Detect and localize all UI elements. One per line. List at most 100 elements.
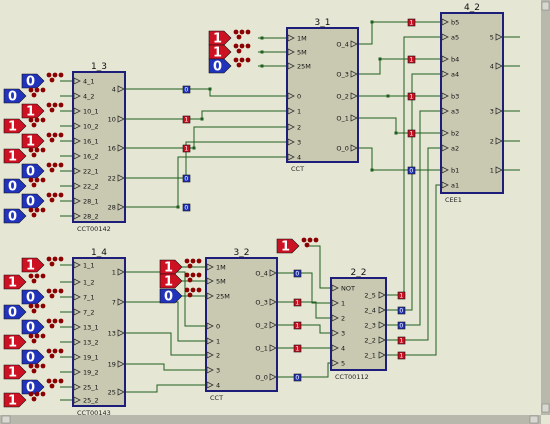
pin-dot: [58, 162, 64, 168]
pin-label: 7: [112, 299, 116, 307]
pin-label: 4: [112, 86, 116, 94]
pin-label: b3: [451, 93, 459, 101]
pin-label: 1M: [216, 264, 226, 272]
pin-dot: [34, 87, 40, 93]
pin-label: 16: [108, 145, 116, 153]
chip-part-label: CCT: [210, 394, 223, 402]
pin-dot: [190, 258, 196, 264]
pin-dot: [46, 318, 52, 324]
pin-dot: [31, 396, 37, 402]
pin-dot: [196, 287, 202, 293]
pin-dot: [184, 272, 190, 278]
pin-label: 1_2: [83, 279, 95, 287]
pin-label: 2_3: [364, 322, 376, 330]
pin-label: O_3: [255, 299, 268, 307]
chip-c13[interactable]: 1_3 CCT00142 4_1 4_2 10_1 10_2 16_1 16_2 22_1 22_…: [72, 62, 126, 233]
logic-source-value: 0: [8, 306, 17, 321]
pin-label: 25M: [216, 293, 230, 301]
logic-probe-c22-out-4-value: 1: [399, 353, 403, 360]
scroll-right-button[interactable]: [529, 415, 539, 424]
logic-source-value: 1: [8, 120, 17, 135]
pin-dot: [34, 117, 40, 123]
logic-probe-c32-out-0-value: 0: [295, 271, 299, 278]
chip-c42[interactable]: 4_2 CEE1 b5 a5 b4 a4 b3 a3 b2 a2 b1 a1 5 4 3 2 1: [440, 3, 504, 204]
pin-label: 7_2: [83, 309, 95, 317]
logic-probe-c32-out-2-value: 1: [295, 323, 299, 330]
logic-probe-c22-out-0-value: 1: [399, 293, 403, 300]
pin-dot: [31, 122, 37, 128]
pin-label: 1: [490, 167, 494, 175]
pin-dot: [245, 43, 251, 49]
chip-c14[interactable]: 1_4CCT001431_11_27_17_213_113_219_119_22…: [72, 248, 126, 417]
pin-label: O_1: [336, 115, 349, 123]
pin-dot: [239, 29, 245, 35]
pin-dot: [28, 333, 34, 339]
pin-label: 2: [297, 124, 301, 132]
pin-label: 13: [108, 330, 116, 338]
pin-dot: [52, 256, 58, 262]
pin-dot: [49, 353, 55, 359]
pin-label: 0: [216, 323, 220, 331]
pin-label: 10_1: [83, 108, 99, 116]
logic-source-value: 1: [26, 259, 35, 274]
pin-dot: [34, 207, 40, 213]
logic-source-value: 1: [164, 261, 173, 276]
chip-body[interactable]: [72, 71, 126, 223]
pin-label: b5: [451, 19, 459, 27]
pin-label: O_4: [336, 41, 349, 49]
scroll-down-button[interactable]: [541, 403, 550, 413]
pin-label: 5: [490, 34, 494, 42]
pin-dot: [236, 62, 242, 68]
pin-label: 4: [297, 154, 301, 162]
logic-source-value: 1: [213, 32, 222, 47]
pin-label: 10_2: [83, 123, 99, 131]
chip-body[interactable]: [330, 277, 387, 371]
vertical-scrollbar[interactable]: [541, 0, 550, 415]
pin-label: 19: [108, 361, 116, 369]
pin-label: 0: [297, 93, 301, 101]
logic-source-value: 0: [8, 210, 17, 225]
pin-dot: [28, 87, 34, 93]
logic-source-value: 0: [26, 351, 35, 366]
logic-source-value: 0: [26, 75, 35, 90]
schematic-canvas[interactable]: 1_3 CCT00142 4_1 4_2 10_1 10_2 16_1 16_2 22_1 22_…: [0, 0, 550, 424]
pin-dot: [52, 348, 58, 354]
pin-label: a2: [451, 145, 459, 153]
pin-label: 3: [216, 367, 220, 375]
pin-dot: [40, 303, 46, 309]
pin-dot: [52, 102, 58, 108]
pin-label: b1: [451, 167, 459, 175]
pin-dot: [49, 323, 55, 329]
chip-c31[interactable]: 3_1 CCT 1M 5M 25M 0 1 2 3 4 O_4 O_3 O_2 O_1 O_0: [286, 18, 359, 173]
chip-body[interactable]: [72, 257, 126, 407]
logic-probe-c32-out-4-value: 0: [295, 375, 299, 382]
scroll-left-button[interactable]: [1, 415, 11, 424]
logic-probe-c31-out-0-value: 1: [409, 20, 413, 27]
pin-label: 2: [216, 352, 220, 360]
pin-dot: [239, 43, 245, 49]
pin-dot: [233, 57, 239, 63]
chip-part-label: CEE1: [445, 196, 462, 204]
pin-label: 1_1: [83, 262, 95, 270]
scroll-up-button[interactable]: [541, 1, 550, 11]
pin-label: 25_2: [83, 397, 99, 405]
chip-c22[interactable]: 2_2 CCT00112 NOT 1 2 3 4 5 2_5 2_4 2_3 2_2 2_1: [330, 268, 387, 381]
pin-dot: [239, 57, 245, 63]
logic-source-value: 0: [26, 291, 35, 306]
pin-label: 2_2: [364, 337, 376, 345]
pin-dot: [31, 368, 37, 374]
pin-dot: [58, 318, 64, 324]
schematic-diagram[interactable]: 1_3CCT001424_14_210_110_216_116_222_122_…: [0, 0, 550, 424]
logic-source-value: 0: [26, 321, 35, 336]
pin-label: 25M: [297, 63, 311, 71]
pin-dot: [31, 338, 37, 344]
chip-c32[interactable]: 3_2 CCT 1M 5M 25M 0 1 2 3 4 O_4 O_3 O_2 O_1 O_0: [205, 248, 278, 402]
logic-source-value: 1: [8, 276, 17, 291]
pin-label: 3: [341, 330, 345, 338]
horizontal-scrollbar[interactable]: [0, 415, 541, 424]
pin-dot: [301, 237, 307, 243]
pin-dot: [58, 256, 64, 262]
pin-dot: [28, 147, 34, 153]
logic-probe-c13-out-2-value: 1: [184, 146, 188, 153]
wire-junction: [394, 131, 398, 135]
